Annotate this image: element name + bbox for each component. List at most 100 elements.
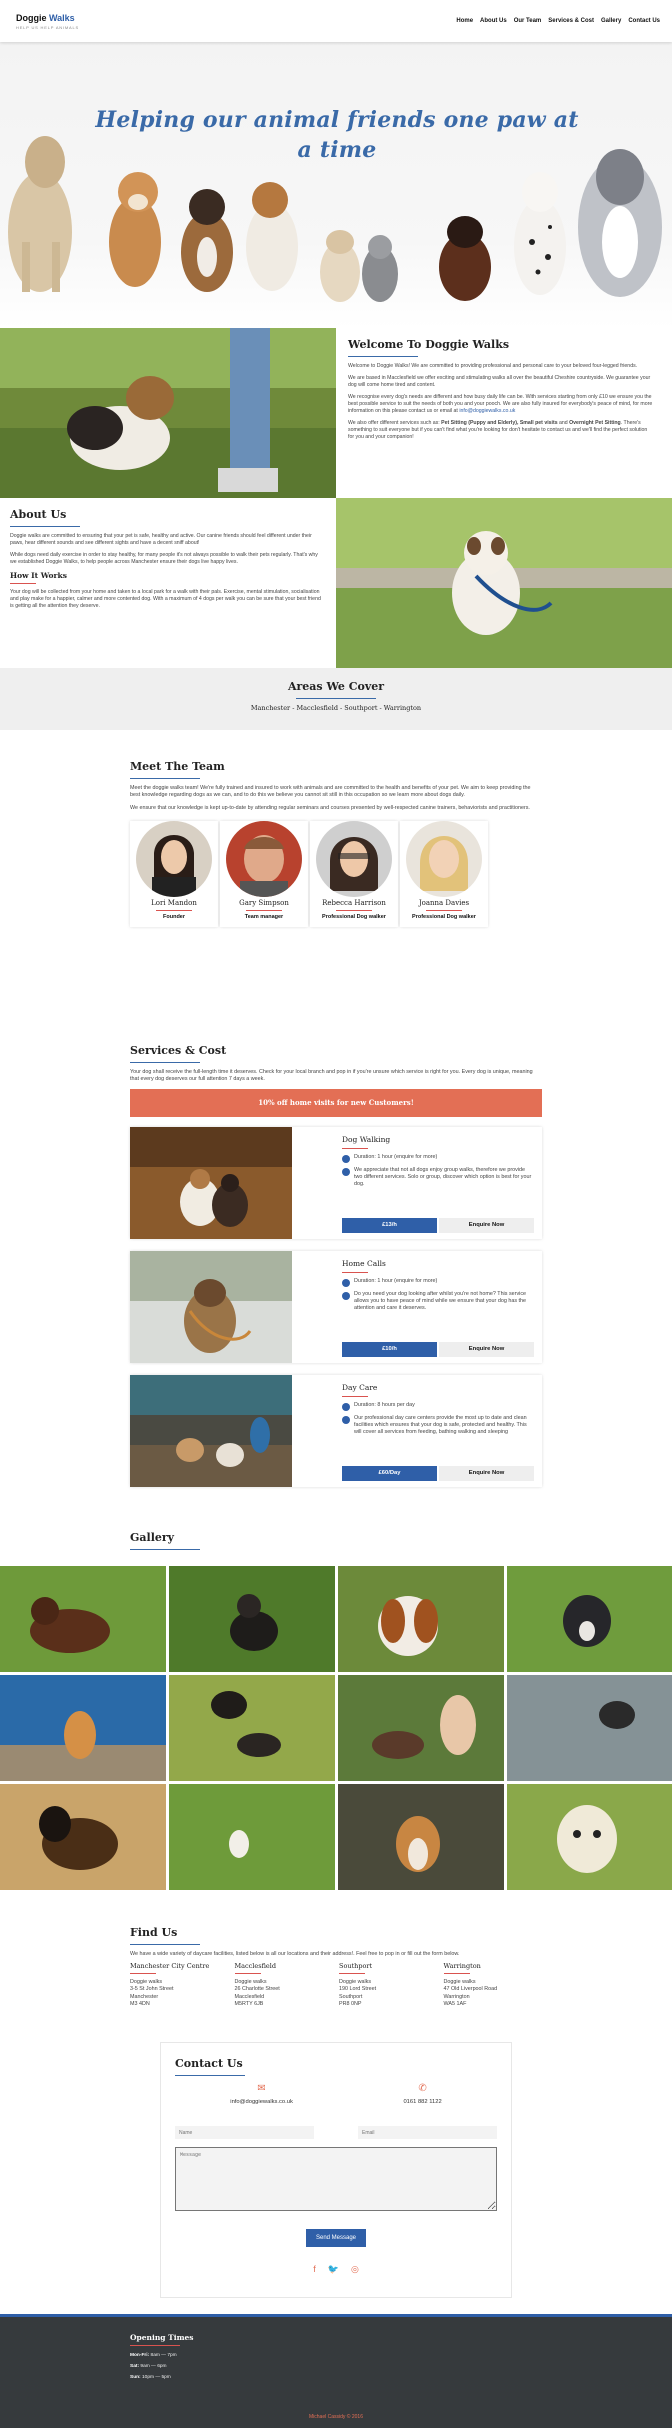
member-underline [336,910,372,912]
about-paragraph-2: While dogs need daily exercise in order … [10,551,318,565]
location-item: Southport Doggie walks 190 Lord Street S… [339,1962,438,2008]
service-info: Day Care Duration: 8 hours per day Our p… [292,1375,542,1487]
team-grid: Lori Mandon Founder Gary Simpson Team ma… [130,820,542,927]
contact-title: Contact Us [175,2057,243,2071]
gallery-image[interactable] [0,1675,166,1782]
enquire-button[interactable]: Enquire Now [439,1342,534,1358]
gallery-image[interactable] [0,1566,166,1673]
copyright: Michael Cassidy © 2016 [309,2413,363,2420]
gallery-image[interactable] [169,1566,335,1673]
service-duration-text: Duration: 8 hours per day [354,1401,415,1408]
service-photo [130,1127,292,1240]
team-paragraph-2: We ensure that our knowledge is kept up-… [130,805,530,812]
welcome-p4-text-a: We also offer different services such as… [348,419,442,426]
member-role: Professional Dog walker [412,914,476,921]
services-intro: Your dog shall receive the full-length t… [130,1068,533,1083]
logo-title: Doggie Walks [16,12,79,24]
location-name: Warrington [443,1962,481,1971]
areas-title: Areas We Cover [287,680,385,693]
contact-email[interactable]: ✉ info@doggiewalks.co.uk [230,2082,293,2106]
logo[interactable]: Doggie Walks HELP US HELP ANIMALS [16,12,79,31]
form-row [175,2126,497,2140]
gallery-image[interactable] [338,1784,504,1891]
name-field[interactable] [175,2126,314,2140]
info-icon [342,1415,350,1424]
price-button[interactable]: £10/h [342,1342,437,1358]
clock-icon [342,1402,350,1411]
gallery-title: Gallery [130,1531,175,1545]
gallery-image[interactable] [338,1566,504,1673]
service-duration: Duration: 8 hours per day [342,1402,534,1411]
location-name: Macclesfield [234,1962,277,1971]
welcome-paragraph-3: We recognise every dog's needs are diffe… [348,394,654,415]
twitter-icon[interactable]: 🐦 [328,2263,339,2275]
promo-banner: 10% off home visits for new Customers! [130,1089,542,1118]
location-line: 190 Lord Street [339,1986,377,1993]
location-item: Warrington Doggie walks 47 Old Liverpool… [443,1962,543,2008]
service-underline [342,1395,368,1397]
location-line: Warrington [443,1993,470,2000]
hero-title: Helping our animal friends one paw at a … [95,107,579,163]
member-name: Joanna Davies [418,898,470,907]
service-description-text: We appreciate that not all dogs enjoy gr… [354,1166,532,1188]
welcome-dog-photo [0,328,336,498]
team-member-card: Rebecca Harrison Professional Dog walker [310,820,398,927]
location-line: 3-5 St John Street [130,1986,174,1993]
gallery-image[interactable] [507,1566,672,1673]
location-name: Southport [339,1962,373,1971]
member-underline [426,910,462,912]
location-line: Macclesfield [234,1993,265,2000]
welcome-title: Welcome To Doggie Walks [348,338,510,351]
welcome-paragraph-1: Welcome to Doggie Walks! We are committe… [348,362,638,369]
send-message-button[interactable]: Send Message [306,2228,366,2247]
about-dog-photo [336,498,672,668]
message-field[interactable] [175,2147,497,2212]
location-line: Manchester [130,1993,159,2000]
nav-home[interactable]: Home [456,17,473,25]
facebook-icon[interactable]: f [313,2263,316,2275]
team-title: Meet The Team [130,760,225,773]
enquire-button[interactable]: Enquire Now [439,1218,534,1234]
phone-icon: ✆ [418,2083,427,2095]
about-text: About Us Doggie walks are committed to e… [0,498,336,668]
logo-tagline: HELP US HELP ANIMALS [16,24,79,30]
contact-phone[interactable]: ✆ 0161 882 1122 [403,2082,441,2106]
gallery-image[interactable] [169,1784,335,1891]
title-underline [130,777,200,779]
service-photo [130,1375,292,1488]
service-actions: £60/Day Enquire Now [342,1466,534,1482]
nav-services[interactable]: Services & Cost [548,17,594,25]
enquire-button[interactable]: Enquire Now [439,1466,534,1482]
gallery-image[interactable] [507,1784,672,1891]
price-button[interactable]: £60/Day [342,1466,437,1482]
gallery-image[interactable] [507,1675,672,1782]
member-name: Rebecca Harrison [322,898,386,907]
service-card-dog-walking: Dog Walking Duration: 1 hour (enquire fo… [130,1127,542,1240]
gallery-image[interactable] [338,1675,504,1782]
service-duration-text: Duration: 1 hour (enquire for more) [354,1153,438,1160]
nav-about[interactable]: About Us [480,17,507,25]
welcome-paragraph-4: We also offer different services such as… [348,420,654,441]
price-button[interactable]: £13/h [342,1218,437,1234]
welcome-email-link[interactable]: info@doggiewalks.co.uk [459,408,515,414]
location-line: 47 Old Liverpool Road [443,1986,498,1993]
gallery-image[interactable] [169,1675,335,1782]
findus-section: Find Us We have a wide variety of daycar… [0,1890,672,2032]
gallery-image[interactable] [0,1784,166,1891]
nav-team[interactable]: Our Team [514,17,542,25]
email-field[interactable] [358,2126,497,2140]
member-role: Professional Dog walker [322,914,386,921]
service-card-home-calls: Home Calls Duration: 1 hour (enquire for… [130,1251,542,1364]
member-photo [136,820,212,897]
location-line: Doggie walks [443,1979,476,1986]
hours-row: Sun: 10pm — 5pm [130,2373,542,2384]
nav-gallery[interactable]: Gallery [601,17,621,25]
service-duration: Duration: 1 hour (enquire for more) [342,1154,534,1163]
contact-phone-text: 0161 882 1122 [403,2098,442,2105]
nav-contact[interactable]: Contact Us [628,17,660,25]
service-description: We appreciate that not all dogs enjoy gr… [342,1167,534,1189]
instagram-icon[interactable]: ◎ [351,2263,359,2275]
envelope-icon: ✉ [257,2083,266,2095]
subtitle-underline [10,583,36,585]
location-underline [443,1973,470,1975]
